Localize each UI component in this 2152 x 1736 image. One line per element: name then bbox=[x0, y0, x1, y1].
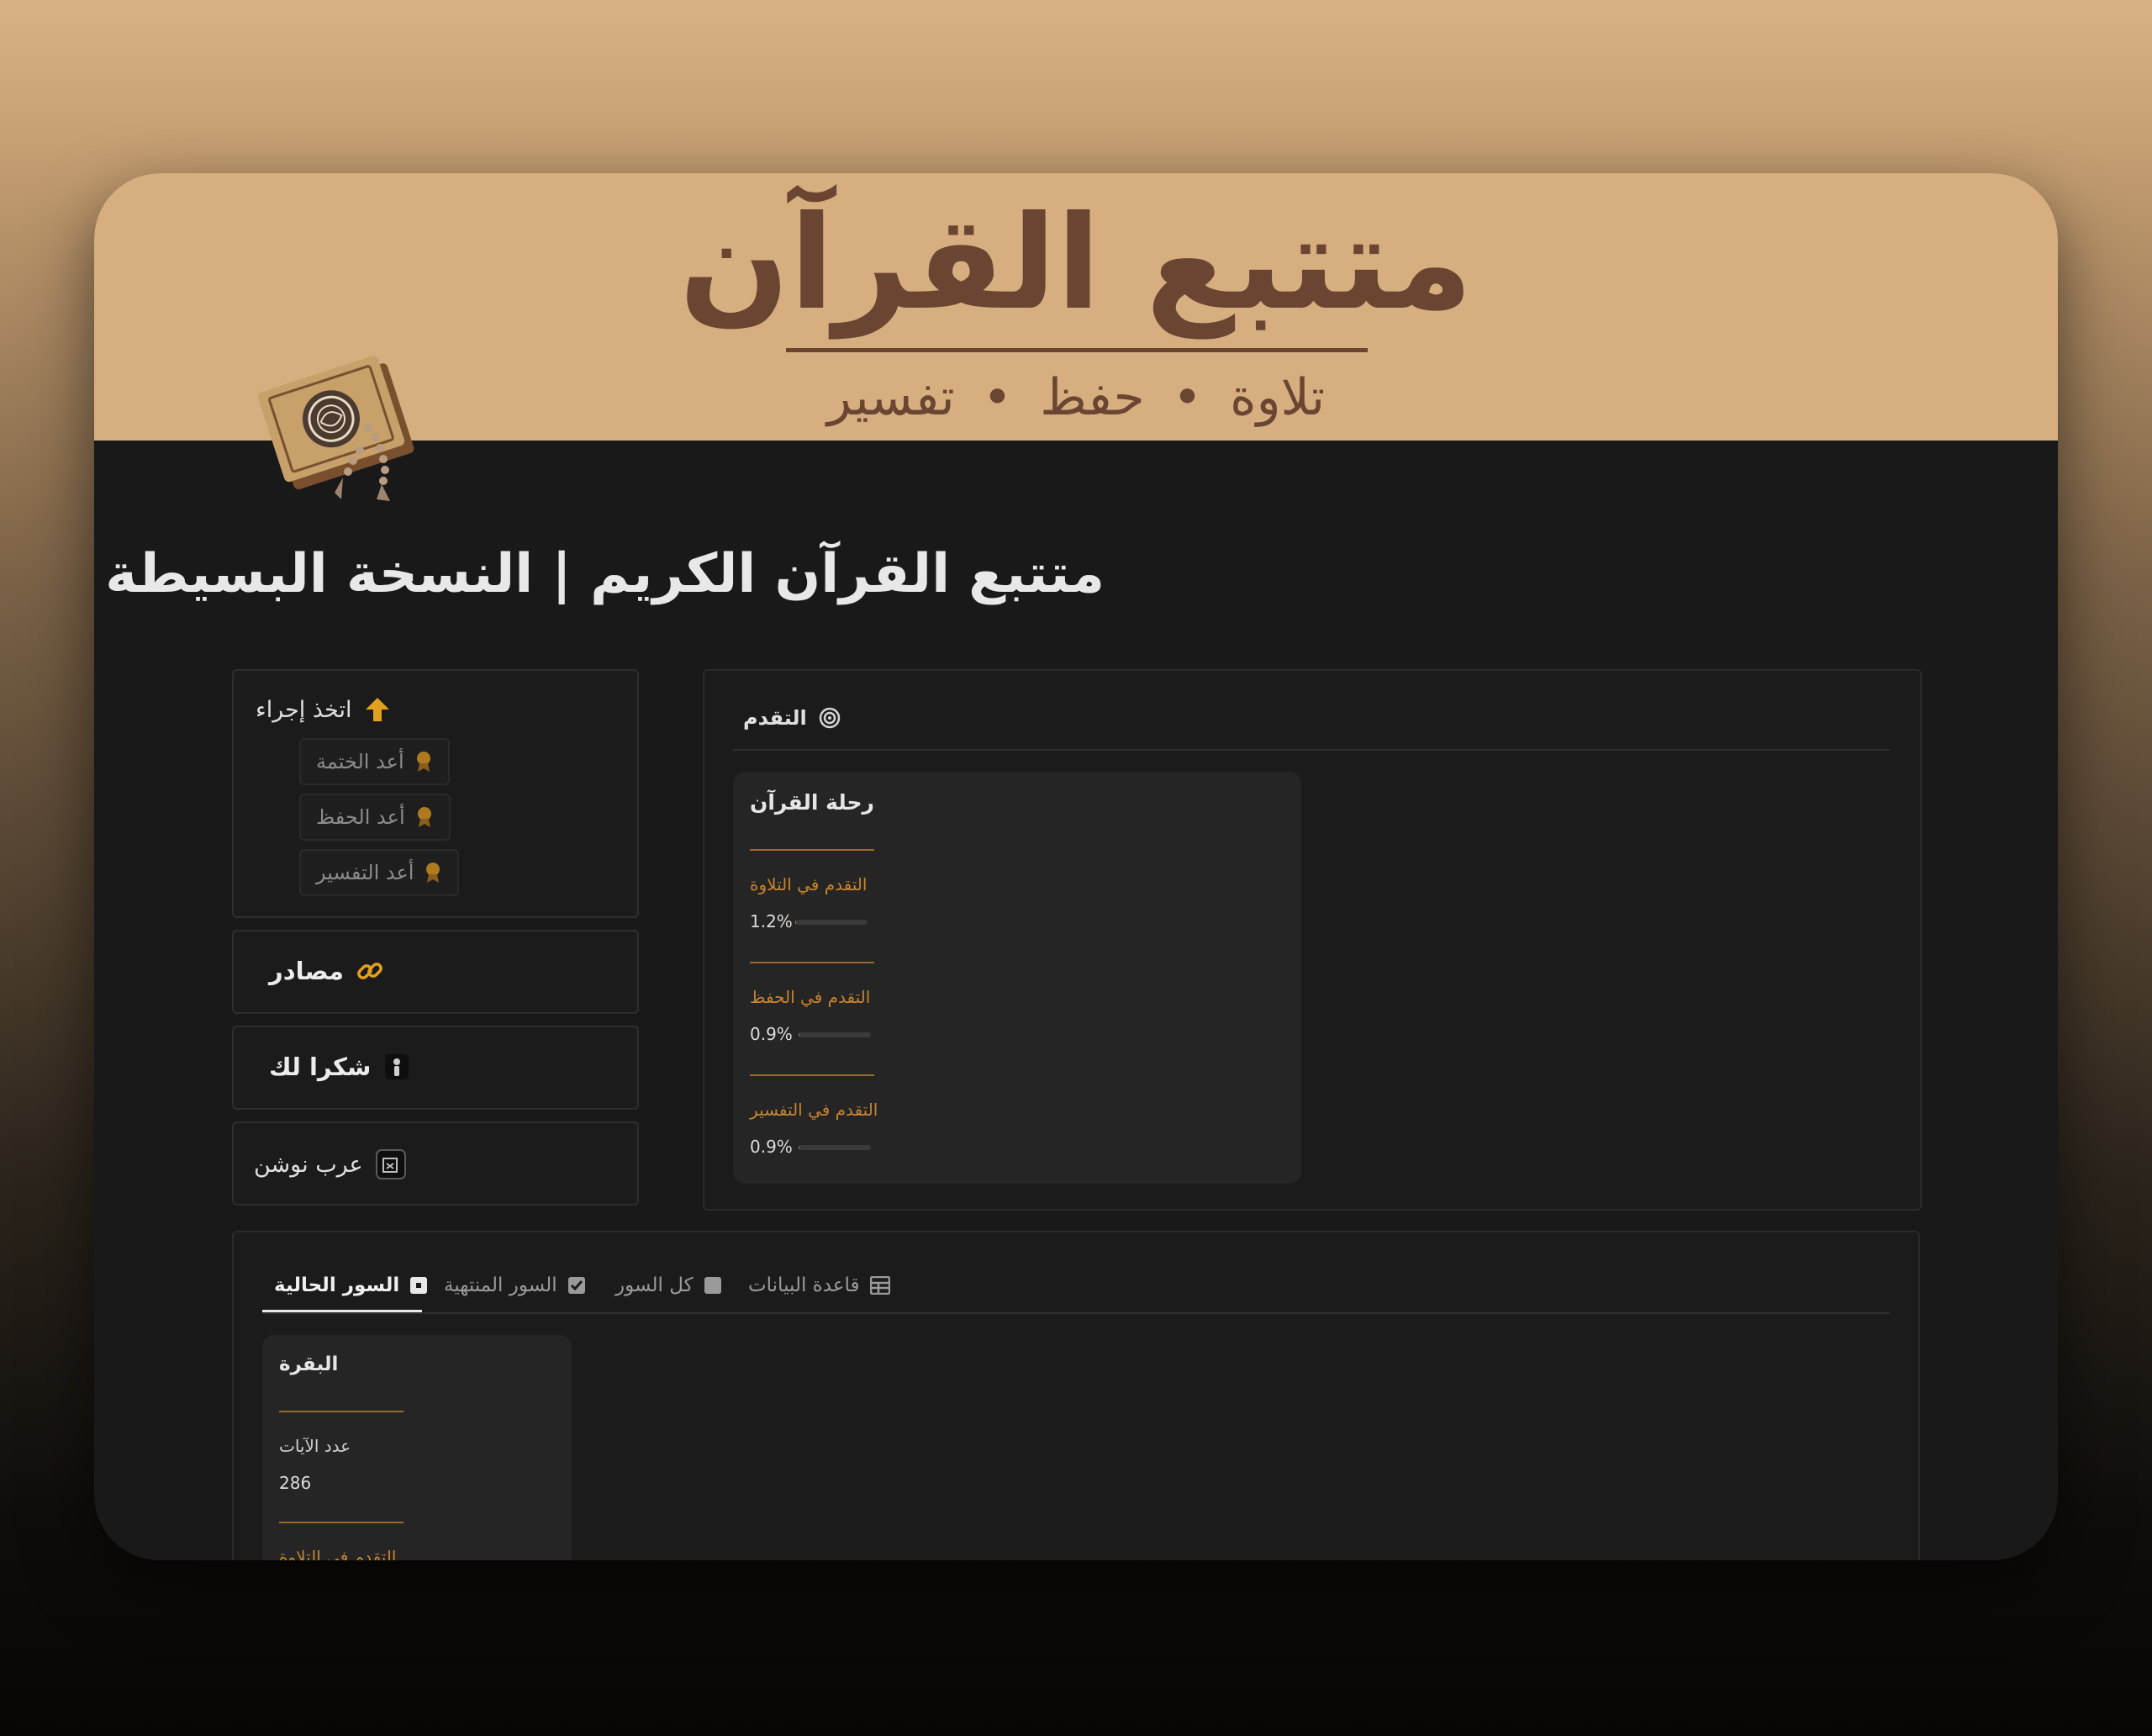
memorization-progress-bar bbox=[799, 1032, 871, 1037]
square-icon bbox=[704, 1277, 721, 1294]
tab-database-label: قاعدة البيانات bbox=[748, 1274, 860, 1296]
card-separator bbox=[750, 1074, 874, 1076]
banner-divider bbox=[786, 348, 1368, 352]
restart-hifz-button[interactable]: أعد الحفظ bbox=[299, 794, 451, 841]
tab-database[interactable]: قاعدة البيانات bbox=[748, 1274, 890, 1296]
surah-name: البقرة bbox=[279, 1353, 339, 1375]
arab-notion-row: عرب نوشن bbox=[254, 1148, 407, 1180]
sources-row: مصادر bbox=[269, 957, 384, 985]
restart-tafsir-label: أعد التفسير bbox=[316, 861, 414, 884]
tab-all-surahs[interactable]: كل السور bbox=[615, 1274, 722, 1296]
progress-divider bbox=[733, 749, 1890, 751]
memorization-progress-value: 0.9% bbox=[750, 1024, 793, 1044]
sources-label: مصادر bbox=[269, 957, 344, 985]
recitation-progress-label: التقدم في التلاوة bbox=[750, 874, 868, 894]
arab-notion-link[interactable]: عرب نوشن bbox=[232, 1121, 639, 1206]
checkbox-icon bbox=[567, 1277, 585, 1294]
tafsir-progress-label: التقدم في التفسير bbox=[750, 1100, 878, 1120]
thanks-row: شكرا لك bbox=[269, 1053, 411, 1081]
surah-recitation-progress-label: التقدم في التلاوة bbox=[279, 1547, 397, 1560]
progress-heading-label: التقدم bbox=[743, 706, 807, 730]
card-separator bbox=[279, 1411, 404, 1412]
verse-count-label: عدد الآيات bbox=[279, 1436, 351, 1456]
quran-book-icon[interactable] bbox=[242, 333, 419, 509]
progress-panel: التقدم رحلة القرآن التقدم في التلاوة 1.2… bbox=[703, 669, 1922, 1211]
card-separator bbox=[750, 849, 874, 851]
card-separator bbox=[750, 962, 874, 963]
arab-notion-label: عرب نوشن bbox=[254, 1151, 363, 1178]
tafsir-progress-value: 0.9% bbox=[750, 1137, 793, 1157]
card-separator bbox=[279, 1522, 404, 1523]
verse-count-value: 286 bbox=[279, 1473, 312, 1493]
restart-hifz-label: أعد الحفظ bbox=[316, 805, 405, 829]
sources-link[interactable]: مصادر bbox=[232, 930, 639, 1014]
square-dot-icon bbox=[410, 1277, 428, 1294]
notion-page-window: متتبع القرآن تلاوة • حفظ • تفسير متتبع ا… bbox=[94, 173, 2058, 1560]
quran-journey-title: رحلة القرآن bbox=[750, 790, 874, 815]
tabs-divider bbox=[262, 1312, 1890, 1314]
thanks-icon bbox=[385, 1054, 409, 1079]
award-icon bbox=[426, 863, 440, 883]
thanks-label: شكرا لك bbox=[269, 1053, 372, 1081]
arrow-up-icon bbox=[365, 698, 389, 721]
thanks-link[interactable]: شكرا لك bbox=[232, 1026, 639, 1110]
banner-title: متتبع القرآن bbox=[678, 188, 1474, 339]
link-icon bbox=[357, 963, 382, 979]
tab-all-surahs-label: كل السور bbox=[615, 1274, 694, 1296]
restart-khatma-label: أعد الختمة bbox=[316, 750, 404, 773]
target-icon bbox=[819, 707, 841, 729]
progress-heading[interactable]: التقدم bbox=[743, 706, 841, 730]
recitation-progress-value: 1.2% bbox=[750, 911, 793, 931]
quran-journey-card[interactable]: رحلة القرآن التقدم في التلاوة 1.2% التقد… bbox=[733, 772, 1301, 1184]
recitation-progress-bar bbox=[795, 920, 868, 925]
table-icon bbox=[869, 1276, 890, 1295]
tab-finished-surahs-label: السور المنتهية bbox=[444, 1274, 557, 1296]
take-action-header[interactable]: اتخذ إجراء bbox=[256, 696, 391, 723]
tab-current-surahs-label: السور الحالية bbox=[274, 1274, 400, 1296]
arab-notion-logo-icon bbox=[375, 1149, 406, 1179]
page-title: متتبع القرآن الكريم | النسخة البسيطة bbox=[105, 543, 1105, 605]
memorization-progress-label: التقدم في الحفظ bbox=[750, 987, 871, 1007]
tafsir-progress-bar bbox=[799, 1145, 871, 1150]
award-icon bbox=[417, 807, 431, 827]
take-action-label: اتخذ إجراء bbox=[256, 696, 352, 723]
surahs-database-panel: السور الحالية السور المنتهية كل السور قا… bbox=[232, 1231, 1920, 1560]
tab-finished-surahs[interactable]: السور المنتهية bbox=[444, 1274, 586, 1296]
award-icon bbox=[416, 752, 430, 772]
take-action-card: اتخذ إجراء أعد الختمة أعد الحفظ أعد التف… bbox=[232, 669, 639, 918]
restart-tafsir-button[interactable]: أعد التفسير bbox=[299, 849, 460, 896]
surah-card[interactable]: البقرة عدد الآيات 286 التقدم في التلاوة bbox=[262, 1335, 572, 1560]
restart-khatma-button[interactable]: أعد الختمة bbox=[299, 738, 450, 785]
tab-current-surahs[interactable]: السور الحالية bbox=[274, 1274, 428, 1296]
